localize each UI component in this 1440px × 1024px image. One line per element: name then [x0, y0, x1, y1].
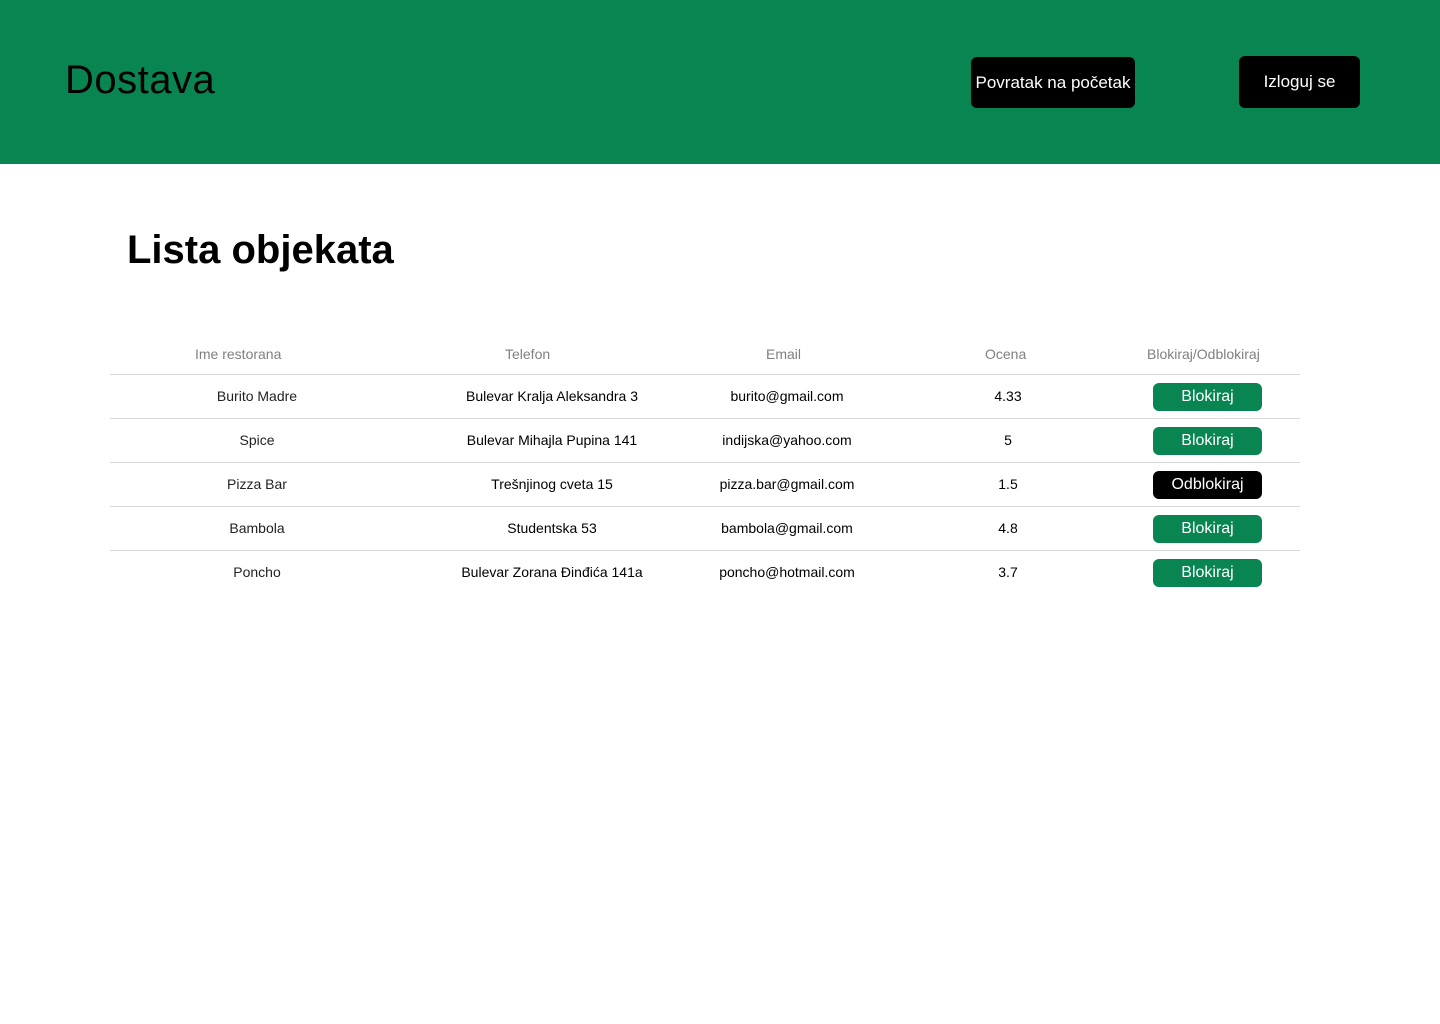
email-cell: burito@gmail.com [730, 388, 844, 404]
block-button[interactable]: Blokiraj [1153, 515, 1262, 543]
rating-cell: 3.7 [998, 564, 1018, 580]
phone-cell: Bulevar Zorana Đinđića 141a [461, 564, 643, 580]
table-row: Spice Bulevar Mihajla Pupina 141 indijska@… [110, 419, 1300, 463]
restaurant-name-cell: Bambola [229, 520, 285, 536]
rating-cell: 4.33 [994, 388, 1022, 404]
table-row: Burito Madre Bulevar Kralja Aleksandra 3 b… [110, 375, 1300, 419]
home-button[interactable]: Povratak na početak [971, 57, 1135, 108]
rating-cell: 5 [1004, 432, 1012, 448]
top-header: Dostava Povratak na početak Izloguj se [0, 0, 1440, 164]
email-cell: bambola@gmail.com [721, 520, 853, 536]
table-row: Bambola Studentska 53 bambola@gmail.com 4.8… [110, 507, 1300, 551]
table-header: Ime restorana Telefon Email Ocena Blokir… [110, 332, 1300, 375]
restaurant-name-cell: Burito Madre [216, 388, 298, 404]
column-header-block: Blokiraj/Odblokiraj [1147, 346, 1260, 362]
restaurant-name-cell: Spice [239, 432, 275, 448]
phone-cell: Bulevar Mihajla Pupina 141 [466, 432, 638, 448]
rating-cell: 4.8 [998, 520, 1018, 536]
logout-button[interactable]: Izloguj se [1239, 56, 1360, 108]
unblock-button[interactable]: Odblokiraj [1153, 471, 1262, 499]
page-title: Lista objekata [127, 228, 394, 272]
rating-cell: 1.5 [998, 476, 1018, 492]
column-header-name: Ime restorana [195, 346, 282, 362]
email-cell: poncho@hotmail.com [719, 564, 855, 580]
phone-cell: Studentska 53 [507, 520, 597, 536]
restaurants-table: Ime restorana Telefon Email Ocena Blokir… [110, 332, 1300, 595]
table-row: Poncho Bulevar Zorana Đinđića 141a poncho@… [110, 551, 1300, 595]
phone-cell: Trešnjinog cveta 15 [491, 476, 613, 492]
table-body: Burito Madre Bulevar Kralja Aleksandra 3 b… [110, 375, 1300, 595]
email-cell: pizza.bar@gmail.com [719, 476, 855, 492]
phone-cell: Bulevar Kralja Aleksandra 3 [466, 388, 638, 404]
column-header-rating: Ocena [985, 346, 1027, 362]
block-button[interactable]: Blokiraj [1153, 559, 1262, 587]
column-header-email: Email [766, 346, 802, 362]
brand-logo-text: Dostava [65, 58, 216, 102]
block-button[interactable]: Blokiraj [1153, 427, 1262, 455]
block-button[interactable]: Blokiraj [1153, 383, 1262, 411]
column-header-phone: Telefon [505, 346, 551, 362]
email-cell: indijska@yahoo.com [722, 432, 852, 448]
restaurant-name-cell: Pizza Bar [227, 476, 287, 492]
restaurant-name-cell: Poncho [233, 564, 281, 580]
table-row: Pizza Bar Trešnjinog cveta 15 pizza.bar@gm… [110, 463, 1300, 507]
